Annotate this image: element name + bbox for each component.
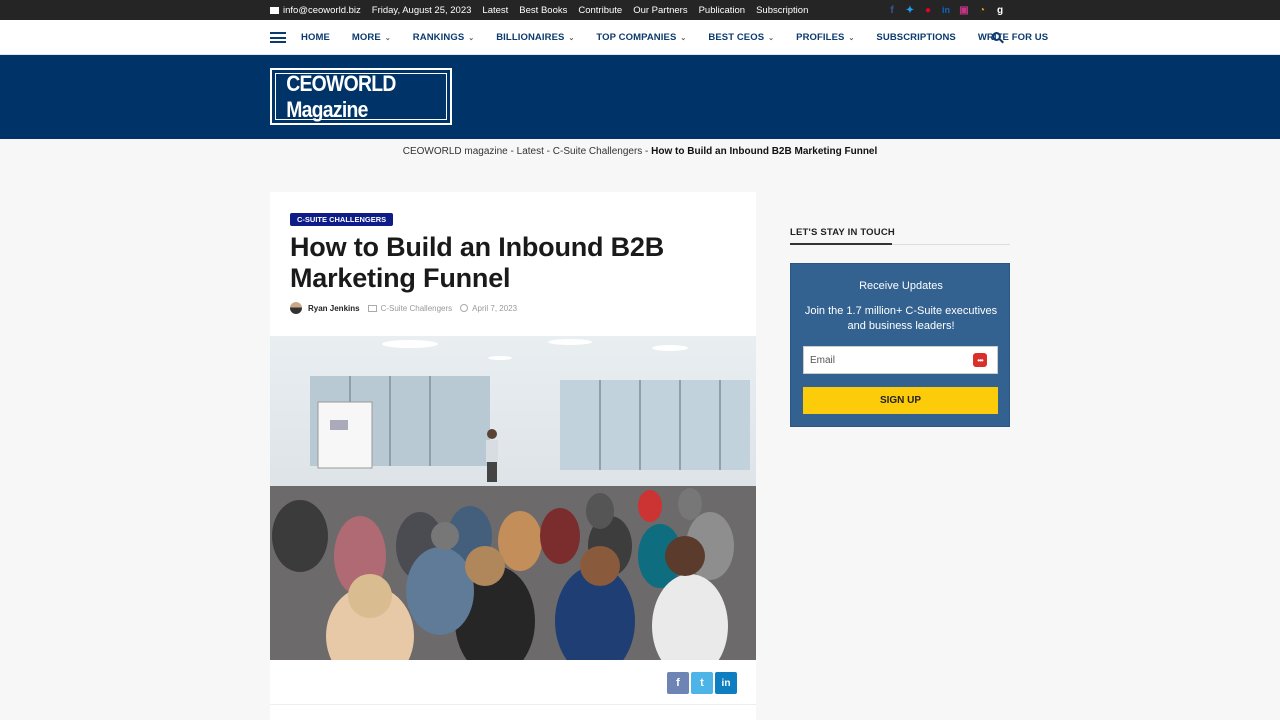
card-divider	[270, 704, 756, 705]
clock-icon	[460, 304, 469, 312]
breadcrumb-latest[interactable]: Latest	[517, 146, 544, 157]
sidebar-title: LET'S STAY IN TOUCH	[790, 227, 895, 238]
share-facebook-button[interactable]: f	[667, 672, 689, 694]
top-link-latest[interactable]: Latest	[482, 5, 508, 16]
chevron-down-icon: ⌄	[468, 35, 475, 42]
email-input[interactable]	[803, 346, 998, 374]
current-date: Friday, August 25, 2023	[371, 4, 472, 16]
top-link-best-books[interactable]: Best Books	[519, 5, 567, 16]
top-bar: info@ceoworld.biz Friday, August 25, 202…	[0, 0, 1280, 20]
header-band: CEOWORLD Magazine	[0, 55, 1280, 139]
top-link-publication[interactable]: Publication	[699, 5, 745, 16]
breadcrumb-current: How to Build an Inbound B2B Marketing Fu…	[651, 146, 878, 157]
article-title: How to Build an Inbound B2B Marketing Fu…	[290, 232, 665, 293]
chevron-down-icon: ⌄	[384, 35, 391, 42]
newsletter-box: Receive Updates Join the 1.7 million+ C-…	[790, 263, 1010, 427]
share-linkedin-button[interactable]: in	[715, 672, 737, 694]
twitter-icon[interactable]: ✦	[904, 4, 916, 16]
breadcrumb: CEOWORLD magazine - Latest - C-Suite Cha…	[402, 146, 878, 157]
author-name[interactable]: Ryan Jenkins	[308, 304, 360, 313]
sidebar-rule-accent	[790, 243, 892, 245]
site-logo[interactable]: CEOWORLD Magazine	[270, 68, 452, 125]
facebook-icon[interactable]: f	[886, 4, 898, 16]
chevron-down-icon: ⌄	[768, 35, 775, 42]
conference-photo	[270, 336, 756, 660]
hamburger-menu-icon[interactable]	[270, 32, 286, 43]
rss-icon[interactable]: ◔	[976, 4, 988, 16]
top-link-contribute[interactable]: Contribute	[578, 5, 622, 16]
nav-item-home[interactable]: HOME	[301, 32, 330, 43]
top-link-our-partners[interactable]: Our Partners	[633, 5, 687, 16]
nav-item-subscriptions[interactable]: SUBSCRIPTIONS	[876, 32, 955, 43]
instagram-icon[interactable]: ▣	[958, 4, 970, 16]
linkedin-icon[interactable]: in	[940, 4, 952, 16]
nav-menu: HOME MORE ⌄ RANKINGS ⌄ BILLIONAIRES ⌄ TOP COMPA…	[301, 20, 1070, 55]
envelope-icon	[270, 6, 279, 14]
nav-item-top-companies[interactable]: TOP COMPANIES ⌄	[596, 32, 686, 43]
search-icon[interactable]	[992, 32, 1004, 44]
pinterest-icon[interactable]: ●	[922, 4, 934, 16]
category-badge[interactable]: C-SUITE CHALLENGERS	[290, 213, 394, 226]
article-meta: Ryan Jenkins C-Suite Challengers April 7…	[290, 302, 517, 314]
sign-up-button[interactable]: SIGN UP	[803, 387, 998, 414]
folder-icon	[367, 304, 377, 312]
breadcrumb-category[interactable]: C-Suite Challengers	[553, 146, 643, 157]
chevron-down-icon: ⌄	[848, 35, 855, 42]
nav-item-more[interactable]: MORE ⌄	[352, 32, 391, 43]
contact-email[interactable]: info@ceoworld.biz	[270, 5, 361, 16]
social-links: f ✦ ● in ▣ ◔ g	[886, 0, 1006, 20]
top-link-subscription[interactable]: Subscription	[756, 5, 808, 16]
nav-item-write-for-us[interactable]: WRITE FOR US	[978, 32, 1048, 43]
chevron-down-icon: ⌄	[568, 35, 575, 42]
share-twitter-button[interactable]: t	[691, 672, 713, 694]
chevron-down-icon: ⌄	[680, 35, 687, 42]
google-icon[interactable]: g	[994, 4, 1006, 16]
nav-item-profiles[interactable]: PROFILES ⌄	[796, 32, 854, 43]
nav-item-rankings[interactable]: RANKINGS ⌄	[413, 32, 474, 43]
breadcrumb-home[interactable]: CEOWORLD magazine	[403, 146, 508, 157]
newsletter-title: Receive Updates	[859, 280, 943, 292]
nav-item-billionaires[interactable]: BILLIONAIRES ⌄	[496, 32, 574, 43]
article-category-link[interactable]: C-Suite Challengers	[381, 304, 453, 313]
password-manager-icon[interactable]: •••	[973, 353, 987, 367]
article-date: April 7, 2023	[472, 303, 518, 313]
newsletter-text: Join the 1.7 million+ C-Suite executives…	[804, 305, 998, 332]
article-card: C-SUITE CHALLENGERS How to Build an Inbo…	[270, 192, 756, 720]
main-navigation: HOME MORE ⌄ RANKINGS ⌄ BILLIONAIRES ⌄ TOP COMPA…	[0, 20, 1280, 55]
nav-item-best-ceos[interactable]: BEST CEOS ⌄	[708, 32, 774, 43]
featured-image	[270, 336, 756, 660]
author-avatar[interactable]	[290, 302, 302, 314]
